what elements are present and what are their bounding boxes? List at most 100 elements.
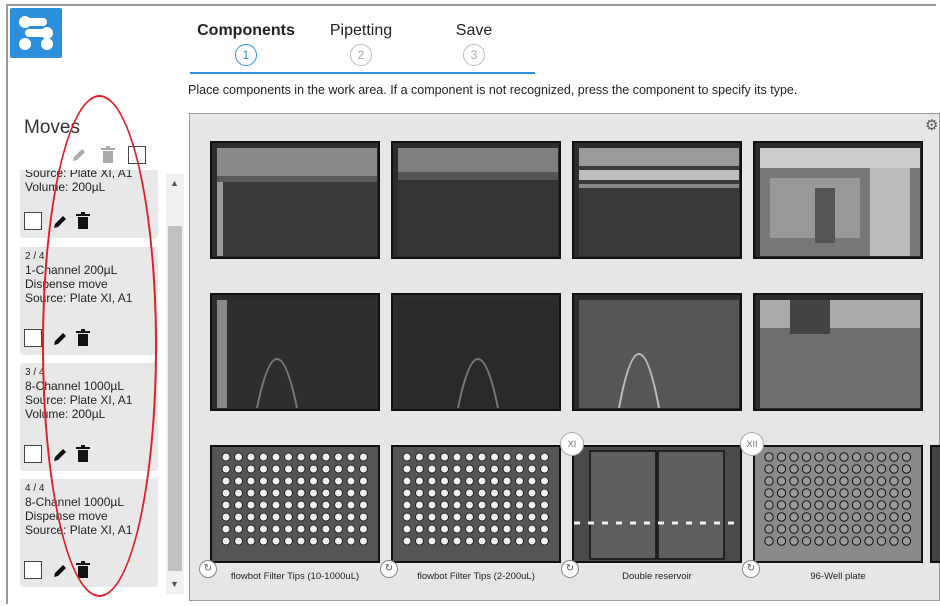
well-dot [221,500,231,510]
well-dot [515,524,524,534]
scroll-thumb[interactable] [168,226,182,571]
well-dot [334,488,343,498]
well-dot [814,476,824,486]
settings-gear-icon[interactable]: ⚙ [925,116,938,134]
well-dot [284,488,293,498]
move-card[interactable]: 4 / 4 8-Channel 1000µL Dispense move Sou… [20,479,158,587]
edit-icon[interactable] [52,445,68,466]
well-dot [826,452,837,462]
well-dot [402,476,412,486]
scroll-up-icon[interactable]: ▲ [170,178,179,188]
edit-all-icon[interactable] [70,146,88,169]
delete-icon[interactable] [76,329,90,350]
move-checkbox[interactable] [24,212,42,230]
well-dot [296,488,306,498]
well-dot [221,476,231,486]
well-dot [876,500,887,510]
well-dot [427,476,437,486]
partial-component-tile[interactable] [930,445,940,563]
well-dot [490,512,499,522]
well-dot [402,500,412,510]
well-dot [764,536,774,546]
component-double-reservoir[interactable] [572,445,742,563]
well-dot [502,488,512,498]
move-index: 3 / 4 [25,367,45,378]
well-dot [346,512,356,522]
well-dot [776,536,787,546]
well-dot [851,524,862,534]
camera-tile[interactable] [391,293,561,411]
well-dot [876,488,887,498]
move-checkbox[interactable] [24,329,42,347]
well-dot [452,524,462,534]
well-dot [527,452,537,462]
edit-icon[interactable] [52,212,68,233]
well-dot [814,512,824,522]
well-dot [452,500,462,510]
well-dot [540,536,549,546]
well-dot [465,524,474,534]
component-tip-rack-1000[interactable] [210,445,380,563]
well-dot [477,488,487,498]
well-dot [889,500,899,510]
step-label: Pipetting [329,22,393,39]
delete-all-icon[interactable] [100,146,116,169]
well-dot [440,488,449,498]
well-dot [540,452,549,462]
well-dot [234,464,243,474]
move-checkbox[interactable] [24,561,42,579]
work-area[interactable]: XI XII ↻ ↻ ↻ ↻ flowbot Filter Tips (10-1… [189,113,940,601]
well-dot [814,488,824,498]
well-dot [839,512,849,522]
component-tip-rack-200[interactable] [391,445,561,563]
well-dot [876,476,887,486]
select-all-checkbox[interactable] [128,146,146,164]
well-dot [527,464,537,474]
scroll-down-icon[interactable]: ▼ [170,579,179,589]
well-dot [465,476,474,486]
move-card[interactable]: 3 / 4 8-Channel 1000µL Source: Plate XI,… [20,363,158,471]
camera-tile[interactable] [753,141,923,259]
well-dot [839,500,849,510]
well-dot [814,452,824,462]
well-dot [776,512,787,522]
well-dot [515,488,524,498]
well-dot [764,464,774,474]
step-components[interactable]: Components 1 [190,22,302,66]
delete-icon[interactable] [76,212,90,233]
well-dot [502,536,512,546]
camera-tile[interactable] [753,293,923,411]
well-dot [452,452,462,462]
edit-icon[interactable] [52,329,68,350]
camera-tile[interactable] [572,141,742,259]
well-dot [271,524,281,534]
move-card[interactable]: Source: Plate XI, A1 Volume: 200µL [20,170,158,238]
camera-tile[interactable] [210,141,380,259]
camera-tile[interactable] [210,293,380,411]
step-save[interactable]: Save 3 [438,22,510,66]
camera-tile[interactable] [572,293,742,411]
well-dot [814,500,824,510]
camera-tile[interactable] [391,141,561,259]
well-dot [776,452,787,462]
app-logo[interactable] [10,8,62,58]
well-dot [490,452,499,462]
well-dot [246,512,256,522]
component-96-well-plate[interactable] [753,445,923,563]
well-dot [889,524,899,534]
delete-icon[interactable] [76,561,90,582]
well-dot [789,476,799,486]
move-checkbox[interactable] [24,445,42,463]
step-pipetting[interactable]: Pipetting 2 [316,22,406,66]
move-card[interactable]: 2 / 4 1-Channel 200µL Dispense move Sour… [20,247,158,355]
well-dot [359,536,368,546]
moves-title: Moves [24,117,80,138]
edit-icon[interactable] [52,561,68,582]
move-line: 8-Channel 1000µL [25,495,124,509]
well-dot [234,476,243,486]
delete-icon[interactable] [76,445,90,466]
well-dot [839,476,849,486]
well-dot [234,500,243,510]
moves-scrollbar[interactable]: ▲ ▼ [166,174,184,594]
well-dot [465,452,474,462]
